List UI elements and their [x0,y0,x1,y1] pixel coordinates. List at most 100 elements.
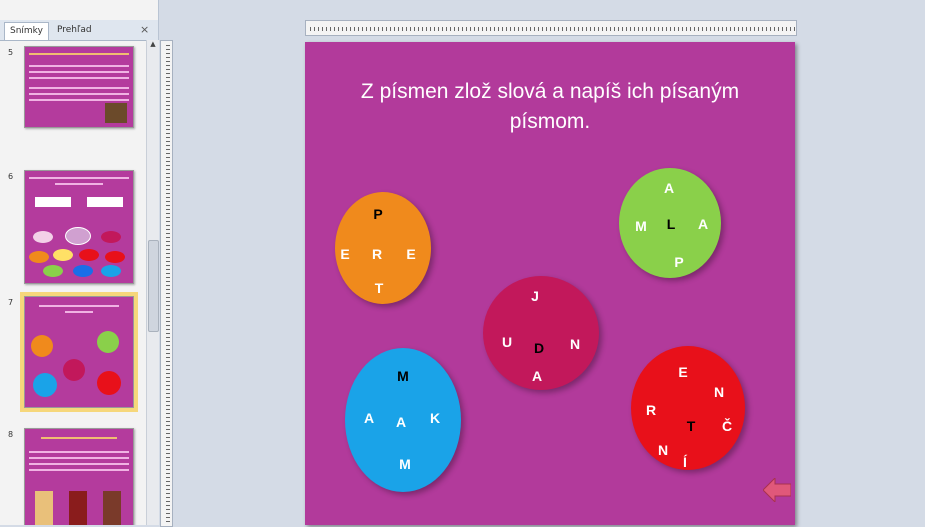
tab-slides[interactable]: Snímky [4,22,49,40]
slide-thumbnail-6[interactable] [24,170,134,284]
ruler-tick [734,27,735,31]
ruler-tick [642,27,643,31]
ruler-tick [166,73,170,74]
ruler-tick [342,27,343,31]
ruler-tick [770,27,771,31]
letter: M [397,368,409,384]
ruler-tick [510,27,511,31]
slide-thumbnail-8[interactable] [24,428,134,525]
ruler-tick [402,27,403,31]
scrollbar-thumb[interactable] [148,240,159,332]
ruler-tick [398,27,399,31]
left-arrow-icon[interactable] [763,478,791,502]
ruler-tick [166,513,170,514]
ruler-tick [610,27,611,31]
ruler-tick [386,27,387,31]
letter: N [569,336,581,352]
slide-thumbnail-7[interactable] [20,292,138,412]
slide-number: 5 [8,48,14,57]
letter-circle-green[interactable]: A M L A P [619,168,721,278]
letter: A [531,368,543,384]
ruler-tick [674,27,675,31]
ruler-tick [722,27,723,31]
letter: T [374,280,384,296]
scroll-up-icon[interactable]: ▲ [147,40,159,52]
letter: A [363,410,375,426]
ruler-tick [166,205,170,206]
ruler-tick [694,27,695,31]
letter: R [645,402,657,418]
ruler-tick [166,497,170,498]
ruler-tick [166,157,170,158]
letter: J [531,288,539,304]
ruler-tick [702,27,703,31]
ruler-tick [698,27,699,31]
ruler-tick [166,369,170,370]
thumbnail-image [105,103,127,123]
letter: U [501,334,513,350]
letter: T [686,418,696,434]
close-icon[interactable]: × [140,22,149,38]
ruler-tick [166,257,170,258]
ruler-tick [686,27,687,31]
slide-thumbnail-5[interactable] [24,46,134,128]
ruler-tick [630,27,631,31]
ruler-tick [554,27,555,31]
tab-outline[interactable]: Prehľad [52,22,97,39]
slide-thumbnails: 5 6 7 8 [0,40,146,525]
ruler-tick [166,61,170,62]
ruler-tick [666,27,667,31]
ruler-tick [546,27,547,31]
letter: E [340,246,350,262]
slide-title[interactable]: Z písmen zlož slová a napíš ich písaným … [325,77,775,137]
ruler-tick [346,27,347,31]
letter-circle-red[interactable]: E N R T Č N Í [631,346,745,470]
ruler-tick [166,485,170,486]
letter-circle-crimson[interactable]: J U D N A [483,276,599,390]
ruler-tick [470,27,471,31]
ruler-tick [166,433,170,434]
ruler-tick [166,245,170,246]
ruler-tick [166,385,170,386]
ruler-tick [530,27,531,31]
ruler-tick [166,477,170,478]
ruler-tick [522,27,523,31]
ruler-tick [166,493,170,494]
letter: R [371,246,383,262]
letter-circle-blue[interactable]: M A A K M [345,348,461,492]
panel-scrollbar[interactable]: ▲ [146,40,159,525]
letter: P [373,206,383,222]
ruler-tick [498,27,499,31]
ruler-tick [562,27,563,31]
ruler-tick [462,27,463,31]
ruler-tick [166,233,170,234]
ruler-tick [414,27,415,31]
ruler-tick [166,57,170,58]
ruler-tick [650,27,651,31]
ruler-tick [166,361,170,362]
ruler-tick [166,509,170,510]
ruler-tick [166,373,170,374]
ruler-tick [370,27,371,31]
ruler-tick [746,27,747,31]
ruler-tick [166,409,170,410]
ruler-tick [166,69,170,70]
ruler-tick [166,93,170,94]
ruler-tick [166,309,170,310]
letter-circle-orange[interactable]: P E R E T [335,192,431,304]
ruler-tick [166,289,170,290]
ruler-tick [166,149,170,150]
ruler-tick [742,27,743,31]
ruler-tick [406,27,407,31]
ruler-tick [450,27,451,31]
ruler-tick [166,161,170,162]
ruler-tick [730,27,731,31]
ruler-tick [534,27,535,31]
ruler-tick [466,27,467,31]
slide-canvas[interactable]: Z písmen zlož slová a napíš ich písaným … [305,42,795,525]
ruler-tick [166,365,170,366]
ruler-tick [662,27,663,31]
ruler-tick [166,285,170,286]
ruler-tick [618,27,619,31]
ruler-tick [586,27,587,31]
